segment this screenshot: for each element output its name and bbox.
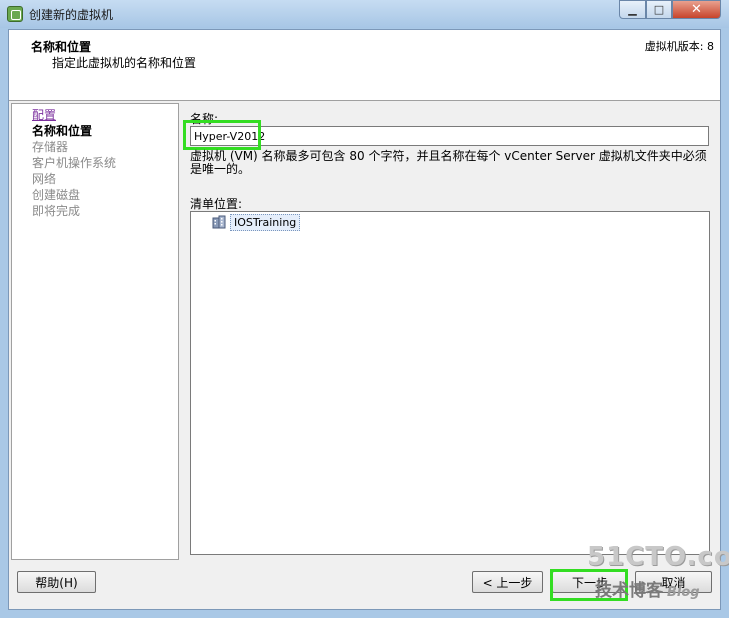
maximize-button[interactable]: □ xyxy=(646,0,672,19)
title-bar[interactable]: 创建新的虚拟机 ▁ □ ✕ xyxy=(0,0,729,28)
name-help-text: 虚拟机 (VM) 名称最多可包含 80 个字符，并且名称在每个 vCenter … xyxy=(190,149,707,176)
dialog-body: 名称和位置 指定此虚拟机的名称和位置 虚拟机版本: 8 配置 名称和位置 存储器… xyxy=(8,29,729,610)
step-subtitle: 指定此虚拟机的名称和位置 xyxy=(52,56,197,70)
nav-step-config[interactable]: 配置 xyxy=(32,106,56,123)
wizard-header: 名称和位置 指定此虚拟机的名称和位置 虚拟机版本: 8 xyxy=(9,30,720,101)
minimize-icon: ▁ xyxy=(628,3,637,16)
datacenter-icon xyxy=(212,215,226,229)
close-icon: ✕ xyxy=(691,2,702,17)
help-button[interactable]: 帮助(H) xyxy=(17,571,96,593)
wizard-steps-nav: 配置 名称和位置 存储器 客户机操作系统 网络 创建磁盘 即将完成 xyxy=(11,103,179,560)
nav-step-name-location: 名称和位置 xyxy=(32,124,93,138)
vm-version-label: 虚拟机版本: 8 xyxy=(644,40,714,53)
name-label: 名称: xyxy=(190,112,219,126)
maximize-icon: □ xyxy=(653,3,665,16)
close-button[interactable]: ✕ xyxy=(672,0,721,19)
back-button[interactable]: < 上一步 xyxy=(472,571,543,593)
nav-step-ready: 即将完成 xyxy=(32,204,81,218)
window-title: 创建新的虚拟机 xyxy=(29,8,114,22)
cancel-button[interactable]: 取消 xyxy=(635,571,712,593)
step-title: 名称和位置 xyxy=(31,40,92,54)
inventory-location-label: 清单位置: xyxy=(190,197,243,211)
vsphere-app-icon xyxy=(7,6,23,22)
tree-item-datacenter[interactable]: IOSTraining xyxy=(230,214,301,231)
nav-step-storage: 存储器 xyxy=(32,140,69,154)
nav-step-guest-os: 客户机操作系统 xyxy=(32,156,117,170)
next-button[interactable]: 下一步 xyxy=(552,571,628,593)
vm-name-input[interactable] xyxy=(190,126,709,146)
inventory-tree[interactable]: IOSTraining xyxy=(190,211,710,555)
minimize-button[interactable]: ▁ xyxy=(619,0,646,19)
nav-step-network: 网络 xyxy=(32,172,57,186)
nav-step-create-disk: 创建磁盘 xyxy=(32,188,81,202)
window-frame: 创建新的虚拟机 ▁ □ ✕ 名称和位置 指定此虚拟机的名称和位置 虚拟机版本: … xyxy=(0,0,729,618)
